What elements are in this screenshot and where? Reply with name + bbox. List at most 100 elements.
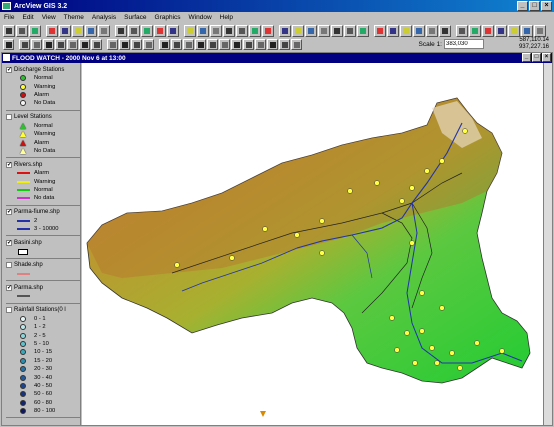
toolbar-button[interactable]: [482, 24, 494, 37]
toolbar-button[interactable]: [255, 39, 266, 50]
view-maximize-button[interactable]: □: [532, 53, 541, 62]
toolbar-button[interactable]: [267, 39, 278, 50]
view-minimize-button[interactable]: _: [522, 53, 531, 62]
toolbar-button[interactable]: [72, 24, 84, 37]
toc-theme[interactable]: Level Stations Normal Warning Alarm No Data: [2, 111, 80, 159]
toolbar-button[interactable]: [98, 24, 110, 37]
toolbar-button[interactable]: [413, 24, 425, 37]
toolbar-button[interactable]: [344, 24, 356, 37]
toolbar-button[interactable]: [141, 24, 153, 37]
toolbar-button[interactable]: [19, 39, 30, 50]
toolbar-button[interactable]: [207, 39, 218, 50]
toolbar-button[interactable]: [184, 24, 196, 37]
toolbar-button[interactable]: [55, 39, 66, 50]
toolbar-button[interactable]: [249, 24, 261, 37]
theme-visibility-checkbox[interactable]: ✓: [6, 66, 12, 73]
toolbar-button[interactable]: [469, 24, 481, 37]
toolbar-button[interactable]: [16, 24, 28, 37]
theme-visibility-checkbox[interactable]: [6, 114, 12, 121]
toolbar-button[interactable]: [495, 24, 507, 37]
toolbar-button[interactable]: [3, 24, 15, 37]
toc-theme[interactable]: ✓ Parma-fiume.shp 2 3 - 10000: [2, 206, 80, 237]
menu-window[interactable]: Window: [189, 14, 212, 21]
view-close-button[interactable]: ×: [542, 53, 551, 62]
map-canvas[interactable]: [82, 63, 544, 425]
toolbar-button[interactable]: [279, 24, 291, 37]
toc-theme[interactable]: ✓ Basini.shp: [2, 236, 80, 259]
toolbar-button[interactable]: [521, 24, 533, 37]
toolbar-button[interactable]: [107, 39, 118, 50]
theme-visibility-checkbox[interactable]: [6, 262, 12, 269]
toolbar-button[interactable]: [534, 24, 546, 37]
toolbar-button[interactable]: [115, 24, 127, 37]
toolbar-button[interactable]: [167, 24, 179, 37]
toolbar-button[interactable]: [29, 24, 41, 37]
toolbar-button[interactable]: [236, 24, 248, 37]
toolbar-button[interactable]: [195, 39, 206, 50]
toolbar-button[interactable]: [292, 24, 304, 37]
menu-edit[interactable]: Edit: [22, 14, 33, 21]
station-marker: [439, 158, 445, 164]
toolbar-button[interactable]: [279, 39, 290, 50]
toolbar-button[interactable]: [197, 24, 209, 37]
theme-visibility-checkbox[interactable]: [6, 307, 12, 314]
toc-theme[interactable]: ✓ Discharge Stations Normal Warning Alarm No …: [2, 63, 80, 111]
toolbar-button[interactable]: [128, 24, 140, 37]
legend-label: 10 - 15: [34, 349, 53, 356]
toolbar-button[interactable]: [46, 24, 58, 37]
toolbar-button[interactable]: [119, 39, 130, 50]
toolbar-button[interactable]: [374, 24, 386, 37]
toolbar-button[interactable]: [183, 39, 194, 50]
toolbar-button[interactable]: [439, 24, 451, 37]
toc-theme[interactable]: Rainfall Stations(0 l0 - 1 1 - 22 - 5 5 - …: [2, 304, 80, 419]
toolbar-button[interactable]: [154, 24, 166, 37]
theme-visibility-checkbox[interactable]: ✓: [6, 239, 12, 246]
maximize-button[interactable]: □: [529, 1, 540, 11]
toolbar-button[interactable]: [67, 39, 78, 50]
toolbar-button[interactable]: [243, 39, 254, 50]
toolbar-button[interactable]: [426, 24, 438, 37]
toolbar-button[interactable]: [387, 24, 399, 37]
toolbar-button[interactable]: [210, 24, 222, 37]
menu-analysis[interactable]: Analysis: [92, 14, 116, 21]
toolbar-button[interactable]: [143, 39, 154, 50]
toolbar-button[interactable]: [159, 39, 170, 50]
toolbar-button[interactable]: [219, 39, 230, 50]
toolbar-button[interactable]: [318, 24, 330, 37]
toolbar-button[interactable]: [171, 39, 182, 50]
close-button[interactable]: ×: [541, 1, 552, 11]
menu-file[interactable]: File: [4, 14, 14, 21]
toolbar-button[interactable]: [31, 39, 42, 50]
theme-visibility-checkbox[interactable]: ✓: [6, 209, 12, 216]
toolbar-button[interactable]: [59, 24, 71, 37]
menu-theme[interactable]: Theme: [64, 14, 84, 21]
toolbar-button[interactable]: [331, 24, 343, 37]
toolbar-button[interactable]: [305, 24, 317, 37]
menu-surface[interactable]: Surface: [124, 14, 146, 21]
toolbar-button[interactable]: [3, 39, 14, 50]
toolbar-button[interactable]: [400, 24, 412, 37]
toolbar-button[interactable]: [291, 39, 302, 50]
toc-theme[interactable]: ✓ Parma.shp: [2, 281, 80, 304]
toolbar-button[interactable]: [508, 24, 520, 37]
toolbar-button[interactable]: [79, 39, 90, 50]
scale-input[interactable]: [444, 39, 484, 49]
toolbar-button[interactable]: [357, 24, 369, 37]
toolbar-button[interactable]: [91, 39, 102, 50]
toolbar-button[interactable]: [456, 24, 468, 37]
vertical-scrollbar[interactable]: [543, 63, 552, 425]
toc-theme[interactable]: Shade.shp: [2, 259, 80, 282]
toolbar-button[interactable]: [85, 24, 97, 37]
toolbar-button[interactable]: [231, 39, 242, 50]
toolbar-button[interactable]: [131, 39, 142, 50]
toolbar-button[interactable]: [223, 24, 235, 37]
toolbar-button[interactable]: [43, 39, 54, 50]
minimize-button[interactable]: _: [517, 1, 528, 11]
theme-visibility-checkbox[interactable]: ✓: [6, 284, 12, 291]
toc-theme[interactable]: ✓ Rivers.shp Alarm Warning Normal No data: [2, 158, 80, 206]
toolbar-button[interactable]: [262, 24, 274, 37]
menu-graphics[interactable]: Graphics: [155, 14, 181, 21]
menu-view[interactable]: View: [42, 14, 56, 21]
menu-help[interactable]: Help: [220, 14, 233, 21]
theme-visibility-checkbox[interactable]: ✓: [6, 161, 12, 168]
